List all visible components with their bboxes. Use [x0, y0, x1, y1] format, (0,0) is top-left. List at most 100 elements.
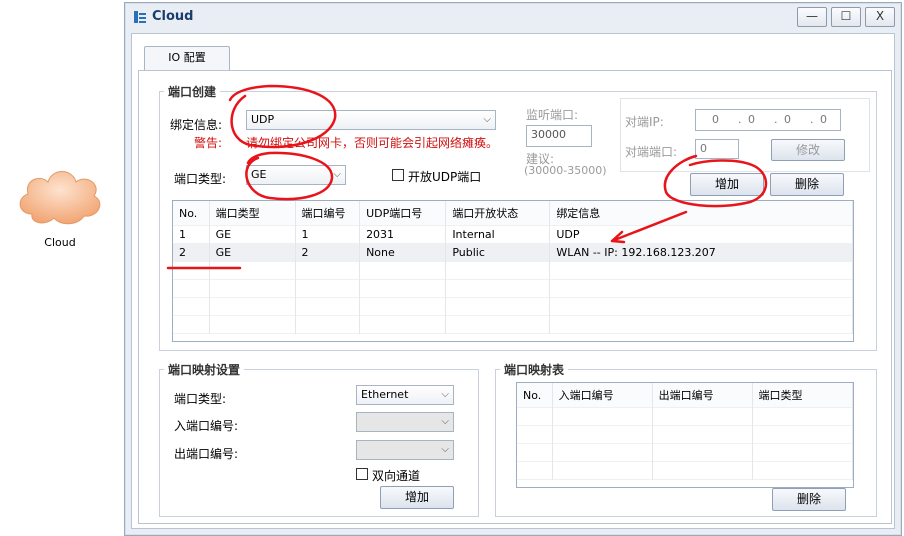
map-port-type-label: 端口类型: [174, 392, 227, 406]
peer-ip-octet-3: 0 [784, 113, 791, 126]
cloud-window: Cloud — ☐ X IO 配置 端口创建 绑定信息: UDP ⌵ 警告: 请… [124, 2, 902, 536]
chevron-down-icon: ⌵ [441, 444, 449, 455]
window-title: Cloud [152, 9, 194, 24]
warning-text: 请勿绑定公司网卡，否则可能会引起网络瘫痪。 [246, 136, 499, 150]
table-cell [295, 261, 361, 280]
ip-dot: . [774, 113, 778, 126]
port-create-title: 端口创建 [164, 83, 221, 100]
close-button[interactable]: X [865, 7, 895, 27]
table-cell [173, 279, 210, 298]
table-cell [295, 315, 361, 334]
table-cell [445, 297, 551, 316]
table-row [517, 443, 853, 462]
mapping-table-header[interactable]: 入端口编号 [552, 383, 653, 408]
mapping-table-header[interactable]: 端口类型 [752, 383, 853, 408]
ip-dot: . [810, 113, 814, 126]
port-create-group: 端口创建 绑定信息: UDP ⌵ 警告: 请勿绑定公司网卡，否则可能会引起网络瘫… [159, 83, 877, 351]
port-table-header[interactable]: 端口开放状态 [445, 201, 551, 226]
cloud-app-icon [134, 11, 146, 23]
table-row [173, 315, 853, 334]
in-port-label: 入端口编号: [174, 419, 239, 433]
table-cell [752, 407, 853, 426]
table-cell [517, 461, 553, 480]
peer-ip-label: 对端IP: [625, 115, 664, 129]
table-cell [173, 315, 210, 334]
table-cell [752, 425, 853, 444]
port-table-header[interactable]: No. [173, 201, 210, 226]
port-table-header[interactable]: 端口编号 [295, 201, 361, 226]
table-cell [652, 407, 753, 426]
table-cell [359, 297, 447, 316]
warning-label: 警告: [194, 136, 223, 150]
mapping-table-header[interactable]: 出端口编号 [652, 383, 753, 408]
table-cell [209, 297, 296, 316]
table-cell [517, 443, 553, 462]
add-port-button[interactable]: 增加 [690, 173, 764, 196]
port-table-header[interactable]: 绑定信息 [549, 201, 853, 226]
table-row [517, 407, 853, 426]
add-mapping-button[interactable]: 增加 [380, 486, 454, 509]
table-cell: GE [209, 225, 296, 244]
desktop-cloud-label: Cloud [44, 236, 76, 249]
bidirectional-label: 双向通道 [372, 469, 421, 483]
table-cell [552, 443, 653, 462]
in-port-select[interactable]: ⌵ [356, 412, 454, 432]
table-cell [209, 315, 296, 334]
maximize-button[interactable]: ☐ [831, 7, 861, 27]
port-type-label: 端口类型: [174, 172, 227, 186]
table-row [517, 425, 853, 444]
table-cell: 1 [295, 225, 361, 244]
table-row[interactable]: 2 GE 2 None Public WLAN -- IP: 192.168.123.20… [173, 243, 853, 262]
port-map-settings-title: 端口映射设置 [164, 361, 245, 378]
table-cell [752, 461, 853, 480]
bind-info-select[interactable]: UDP ⌵ [246, 110, 496, 130]
peer-ip-octet-1: 0 [712, 113, 719, 126]
table-cell [552, 425, 653, 444]
table-cell [652, 425, 753, 444]
peer-port-label: 对端端口: [625, 145, 678, 159]
chevron-down-icon: ⌵ [333, 169, 341, 180]
table-cell [359, 261, 447, 280]
bind-info-label: 绑定信息: [170, 118, 223, 132]
peer-port-input[interactable]: 0 [695, 139, 739, 159]
suggest-range: (30000-35000) [524, 164, 607, 177]
modify-button[interactable]: 修改 [771, 139, 845, 161]
title-bar[interactable]: Cloud — ☐ X [125, 3, 901, 31]
open-udp-checkbox[interactable] [392, 169, 404, 181]
open-udp-label: 开放UDP端口 [408, 170, 482, 184]
table-cell: 2 [173, 243, 210, 262]
table-cell [295, 297, 361, 316]
bind-info-value: UDP [251, 113, 275, 126]
port-table-header[interactable]: 端口类型 [209, 201, 296, 226]
table-cell: 2 [295, 243, 361, 262]
mapping-table-header[interactable]: No. [517, 383, 553, 408]
tab-io-config[interactable]: IO 配置 [144, 46, 230, 71]
table-cell: 1 [173, 225, 210, 244]
table-cell: Public [445, 243, 551, 262]
table-cell [209, 279, 296, 298]
table-cell [295, 279, 361, 298]
delete-mapping-button[interactable]: 删除 [772, 488, 846, 511]
peer-ip-octet-4: 0 [820, 113, 827, 126]
port-type-value: GE [251, 168, 267, 181]
table-cell: 2031 [359, 225, 447, 244]
minimize-button[interactable]: — [797, 7, 827, 27]
peer-group: 对端IP: 0 . 0 . 0 . 0 对端端口: 0 修改 [620, 98, 870, 172]
window-content: IO 配置 端口创建 绑定信息: UDP ⌵ 警告: 请勿绑定公司网卡，否则可能… [131, 33, 895, 529]
chevron-down-icon: ⌵ [483, 114, 491, 125]
peer-ip-input[interactable]: 0 . 0 . 0 . 0 [695, 109, 841, 131]
table-cell [517, 407, 553, 426]
port-table-header[interactable]: UDP端口号 [359, 201, 447, 226]
cloud-device-icon[interactable] [14, 158, 104, 230]
table-cell [173, 261, 210, 280]
map-port-type-select[interactable]: Ethernet ⌵ [356, 385, 454, 405]
delete-port-button[interactable]: 删除 [770, 173, 844, 196]
out-port-select[interactable]: ⌵ [356, 440, 454, 460]
peer-ip-octet-2: 0 [748, 113, 755, 126]
bidirectional-checkbox[interactable] [356, 468, 368, 480]
port-type-select[interactable]: GE ⌵ [246, 165, 346, 185]
table-row[interactable]: 1 GE 1 2031 Internal UDP [173, 225, 853, 244]
table-cell: WLAN -- IP: 192.168.123.207 [549, 243, 853, 262]
port-table: No. 端口类型 端口编号 UDP端口号 端口开放状态 绑定信息 1 GE 1 2031 Inte… [172, 200, 854, 342]
listen-port-input[interactable]: 30000 [526, 125, 592, 147]
